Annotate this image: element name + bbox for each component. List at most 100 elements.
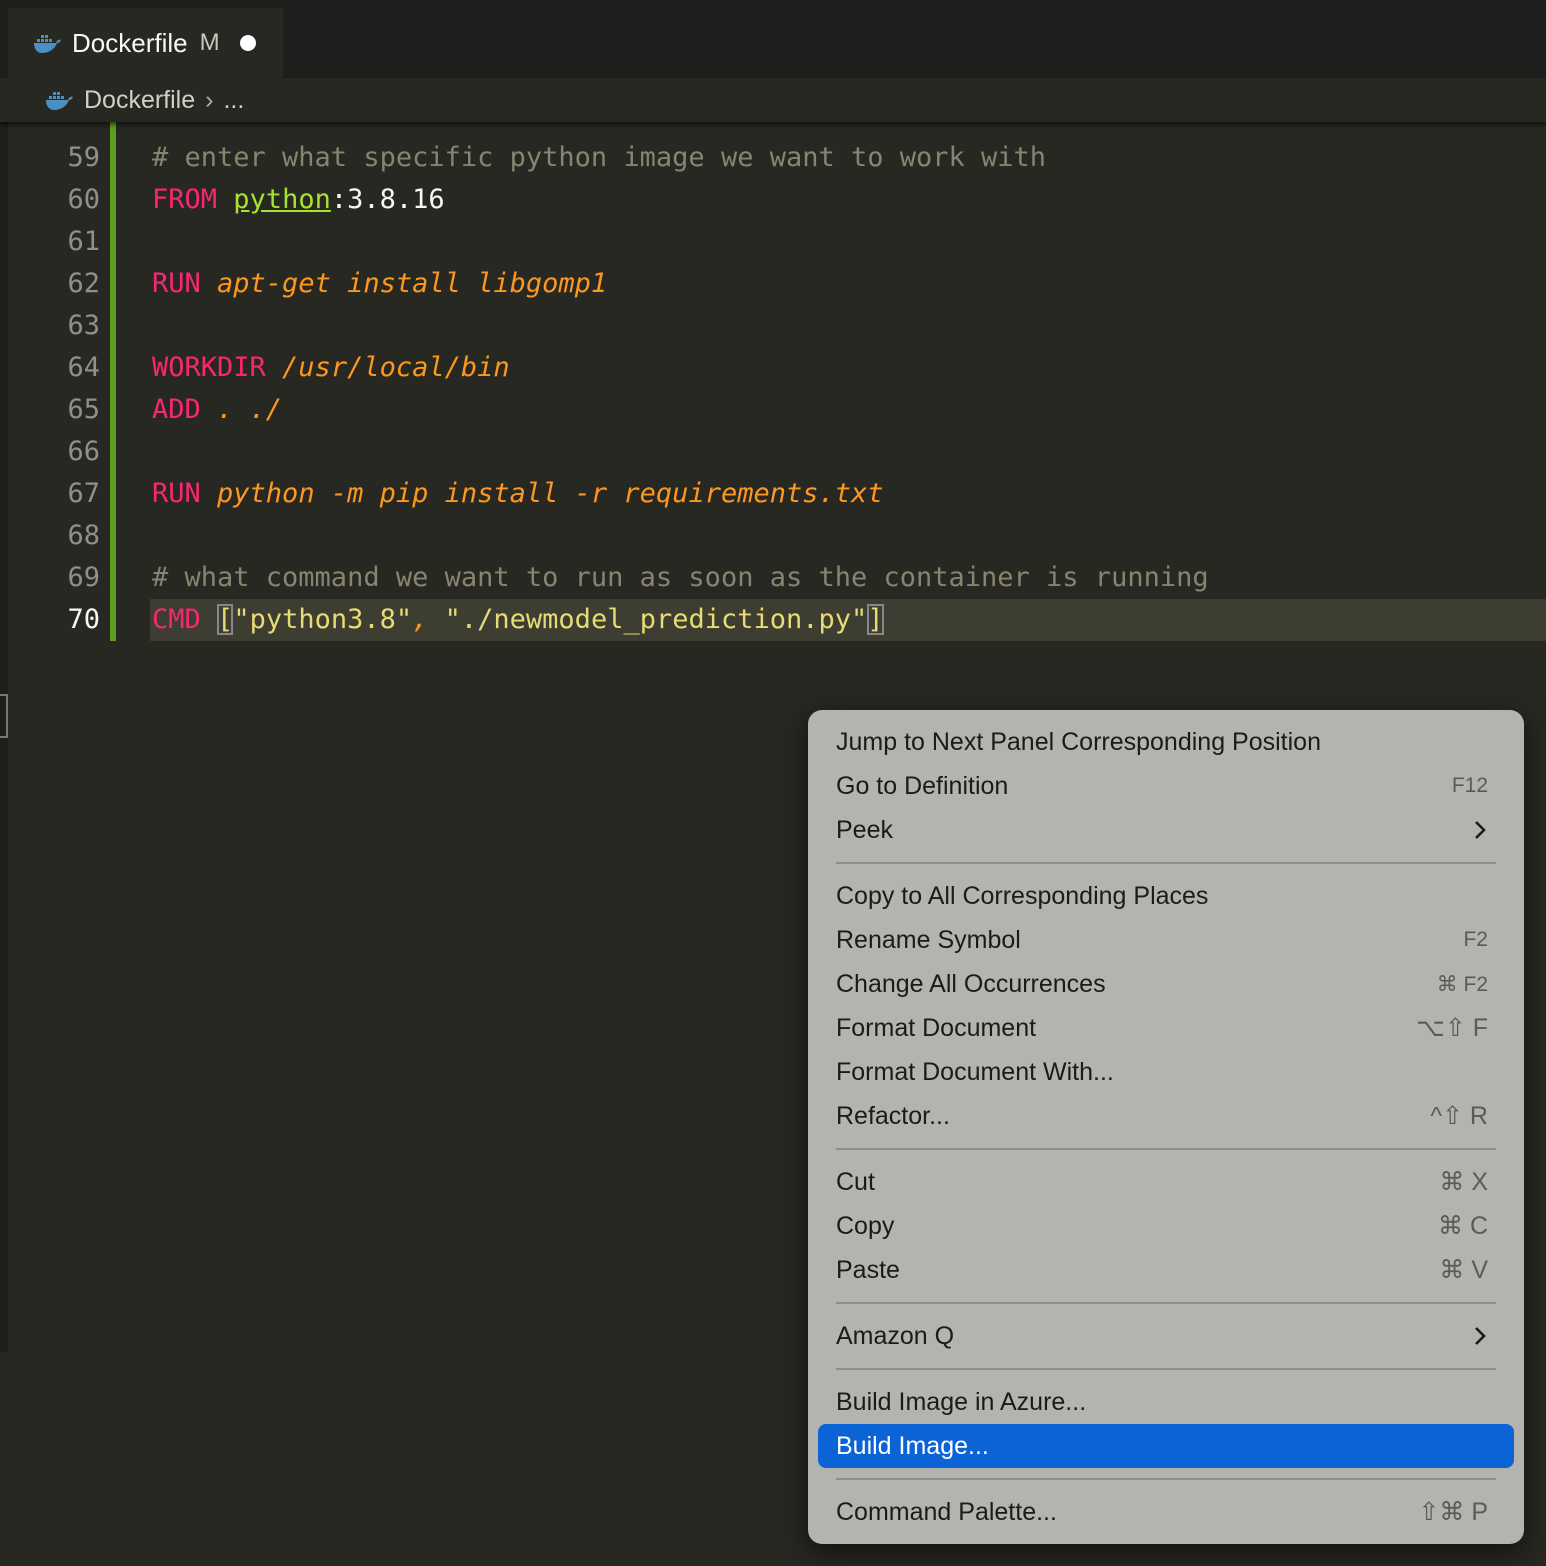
code-token: ,	[412, 604, 445, 635]
line-number: 69	[67, 562, 100, 593]
menu-item-format-document[interactable]: Format Document ⌥⇧ F	[818, 1006, 1514, 1050]
code-token: python -m pip install -r requirements.tx…	[200, 478, 884, 509]
menu-item-label: Build Image in Azure...	[836, 1387, 1087, 1416]
menu-item-shortcut: ⌘ C	[1438, 1212, 1488, 1240]
code-token: [	[217, 604, 234, 635]
code-token: "python3.8"	[233, 604, 413, 635]
menu-item-shortcut: ⌥⇧ F	[1416, 1014, 1488, 1042]
menu-item-label: Rename Symbol	[836, 925, 1021, 954]
menu-separator	[836, 1368, 1496, 1370]
line-code: CMD ["python3.8", "./newmodel_prediction…	[152, 599, 884, 641]
code-line[interactable]: 65 ADD . ./	[0, 389, 1546, 431]
code-token: python	[233, 184, 331, 215]
menu-item-format-document-with[interactable]: Format Document With...	[818, 1050, 1514, 1094]
menu-item-label: Peek	[836, 815, 893, 844]
menu-separator	[836, 1302, 1496, 1304]
code-token: CMD	[152, 604, 201, 635]
code-line[interactable]: 70 CMD ["python3.8", "./newmodel_predicti…	[0, 599, 1546, 641]
menu-item-label: Build Image...	[836, 1431, 989, 1460]
menu-item-label: Format Document	[836, 1013, 1037, 1042]
code-line[interactable]: 69 # what command we want to run as soon …	[0, 557, 1546, 599]
tab-dockerfile[interactable]: Dockerfile M	[8, 8, 283, 78]
menu-item-shortcut: ⌘ X	[1439, 1168, 1488, 1196]
menu-item-refactor[interactable]: Refactor... ^⇧ R	[818, 1094, 1514, 1138]
code-line[interactable]: 62 RUN apt-get install libgomp1	[0, 263, 1546, 305]
line-code: # enter what specific python image we wa…	[152, 137, 1046, 179]
menu-item-label: Format Document With...	[836, 1057, 1114, 1086]
code-token: /usr/local/bin	[265, 352, 510, 383]
line-number: 62	[67, 268, 100, 299]
menu-item-build-image[interactable]: Build Image...	[818, 1424, 1514, 1468]
code-token: RUN	[152, 478, 201, 509]
code-line[interactable]: 59 # enter what specific python image we …	[0, 137, 1546, 179]
docker-icon	[46, 92, 73, 110]
menu-item-label: Copy	[836, 1211, 895, 1240]
menu-item-go-to-definition[interactable]: Go to Definition F12	[818, 764, 1514, 808]
menu-item-label: Amazon Q	[836, 1321, 955, 1350]
line-code: RUN apt-get install libgomp1	[152, 263, 607, 305]
line-code: WORKDIR /usr/local/bin	[152, 347, 510, 389]
line-code: RUN python -m pip install -r requirement…	[152, 473, 884, 515]
menu-item-jump-to-next-panel-corresponding-position[interactable]: Jump to Next Panel Corresponding Positio…	[818, 720, 1514, 764]
code-token: ADD	[152, 394, 201, 425]
line-code: ADD . ./	[152, 389, 282, 431]
menu-item-copy[interactable]: Copy ⌘ C	[818, 1204, 1514, 1248]
code-line[interactable]: 63	[0, 305, 1546, 347]
menu-item-change-all-occurrences[interactable]: Change All Occurrences ⌘ F2	[818, 962, 1514, 1006]
menu-item-paste[interactable]: Paste ⌘ V	[818, 1248, 1514, 1292]
code-line[interactable]: 68	[0, 515, 1546, 557]
code-line[interactable]: 61	[0, 221, 1546, 263]
chevron-right-icon	[1475, 1327, 1486, 1345]
overview-marker	[0, 694, 8, 738]
line-number: 65	[67, 394, 100, 425]
docker-icon	[34, 35, 61, 53]
code-line[interactable]: 66	[0, 431, 1546, 473]
code-token: FROM	[152, 184, 218, 215]
breadcrumb-more[interactable]: ...	[223, 86, 244, 115]
line-number: 66	[67, 436, 100, 467]
menu-item-command-palette[interactable]: Command Palette... ⇧⌘ P	[818, 1490, 1514, 1534]
code-token: . ./	[200, 394, 283, 425]
modified-indicator: M	[199, 29, 220, 56]
menu-separator	[836, 1148, 1496, 1150]
code-line[interactable]: 64 WORKDIR /usr/local/bin	[0, 347, 1546, 389]
code-token: WORKDIR	[152, 352, 266, 383]
line-code: FROM python:3.8.16	[152, 179, 445, 221]
line-number: 59	[67, 142, 100, 173]
line-number: 61	[67, 226, 100, 257]
code-line[interactable]: 67 RUN python -m pip install -r requireme…	[0, 473, 1546, 515]
menu-item-shortcut: ^⇧ R	[1430, 1102, 1488, 1130]
menu-item-shortcut: ⌘ V	[1439, 1256, 1488, 1284]
menu-item-shortcut: ⇧⌘ P	[1418, 1498, 1488, 1526]
menu-item-shortcut: F2	[1463, 928, 1488, 951]
breadcrumb-file[interactable]: Dockerfile	[84, 86, 195, 115]
unsaved-dot-icon[interactable]	[239, 35, 256, 51]
line-code: # what command we want to run as soon as…	[152, 557, 1209, 599]
code-token: "./newmodel_prediction.py"	[444, 604, 868, 635]
menu-item-label: Refactor...	[836, 1101, 950, 1130]
line-number: 60	[67, 184, 100, 215]
menu-item-copy-to-all-corresponding-places[interactable]: Copy to All Corresponding Places	[818, 874, 1514, 918]
line-number: 63	[67, 310, 100, 341]
menu-item-shortcut: F12	[1451, 774, 1488, 797]
menu-item-cut[interactable]: Cut ⌘ X	[818, 1160, 1514, 1204]
breadcrumb: Dockerfile › ...	[0, 78, 1546, 122]
menu-item-shortcut: ⌘ F2	[1436, 972, 1488, 996]
chevron-right-icon: ›	[205, 85, 214, 114]
menu-item-label: Change All Occurrences	[836, 969, 1106, 998]
code-token: apt-get install libgomp1	[200, 268, 608, 299]
context-menu: Jump to Next Panel Corresponding Positio…	[808, 710, 1524, 1544]
menu-item-label: Command Palette...	[836, 1497, 1057, 1526]
menu-item-amazon-q[interactable]: Amazon Q	[818, 1314, 1514, 1358]
code-line[interactable]: 60 FROM python:3.8.16	[0, 179, 1546, 221]
menu-item-label: Jump to Next Panel Corresponding Positio…	[836, 727, 1321, 756]
menu-item-rename-symbol[interactable]: Rename Symbol F2	[818, 918, 1514, 962]
code-token: # enter what specific python image we wa…	[152, 142, 1047, 173]
line-number: 68	[67, 520, 100, 551]
menu-separator	[836, 1478, 1496, 1480]
menu-item-peek[interactable]: Peek	[818, 808, 1514, 852]
line-number: 70	[67, 604, 100, 635]
menu-item-build-image-in-azure[interactable]: Build Image in Azure...	[818, 1380, 1514, 1424]
chevron-right-icon	[1475, 821, 1486, 839]
